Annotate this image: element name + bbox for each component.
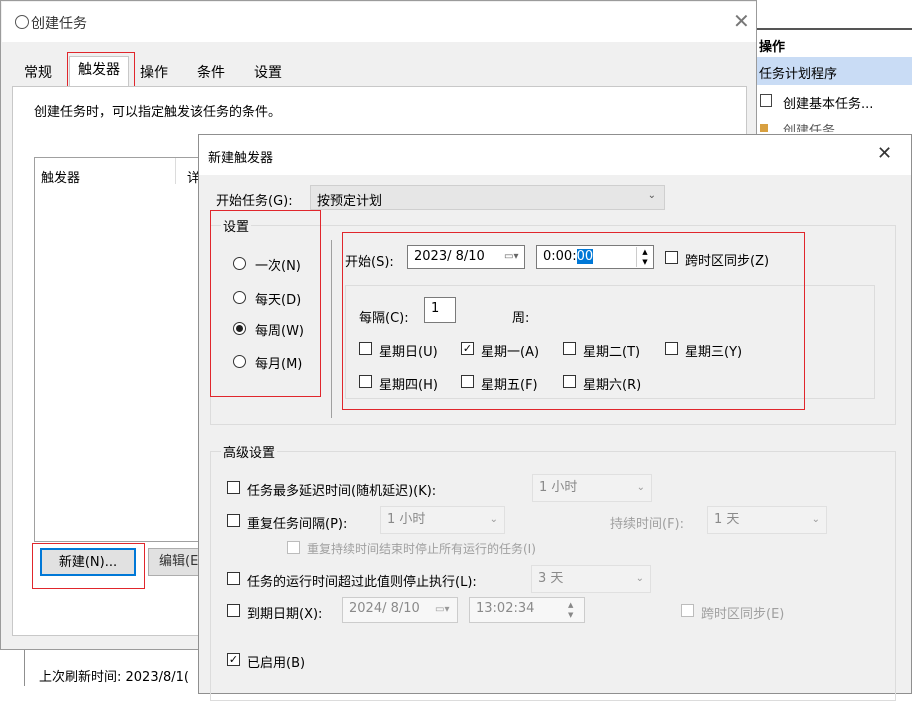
settings-divider [331,240,332,418]
advanced-label: 高级设置 [221,442,278,461]
expire-sync-checkbox[interactable] [681,604,694,617]
last-refresh-text: 上次刷新时间: 2023/8/1( [39,670,189,685]
begin-task-value: 按预定计划 [317,194,383,209]
highlight-schedule-options [210,210,321,397]
chevron-down-icon: ⌄ [636,482,645,493]
create-task-label: 创建任务... [783,124,848,132]
duration-label: 持续时间(F): [610,517,685,532]
chevron-down-icon: ⌄ [811,514,820,525]
calendar-dropdown-icon[interactable]: ▭▾ [435,599,449,621]
actions-header: 操作 [757,28,912,58]
repeat-checkbox[interactable] [227,514,240,527]
actions-item-scheduler-label: 任务计划程序 [759,67,838,82]
stop-long-value: 3 天 [538,571,564,586]
create-basic-task-label: 创建基本任务... [783,97,874,112]
delay-checkbox[interactable] [227,481,240,494]
trigger-table[interactable]: 触发器 详 [34,157,214,542]
task-icon [760,94,772,107]
enabled-label[interactable]: 已启用(B) [247,652,305,671]
new-trigger-dialog: 新建触发器 ✕ 开始任务(G): 按预定计划 ⌄ 设置 一次(N) 每天(D) … [198,134,912,701]
stop-long-select[interactable]: 3 天 ⌄ [531,565,651,593]
stop-all-label[interactable]: 重复持续时间结束时停止所有运行的任务(I) [307,540,536,557]
status-strip: 上次刷新时间: 2023/8/1( [24,650,205,686]
actions-item-scheduler[interactable]: 任务计划程序 [757,57,912,85]
delay-label[interactable]: 任务最多延迟时间(随机延迟)(K): [247,480,436,499]
tab-general[interactable]: 常规 [20,60,56,86]
time-spinner-icon[interactable]: ▲ ▼ [568,600,573,620]
tab-conditions[interactable]: 条件 [193,60,229,86]
duration-value: 1 天 [714,512,740,527]
chevron-down-icon: ⌄ [489,514,498,525]
stop-long-label[interactable]: 任务的运行时间超过此值则停止执行(L): [247,571,477,590]
edit-trigger-button[interactable]: 编辑(E [148,548,200,576]
stop-long-checkbox[interactable] [227,572,240,585]
expire-date-value: 2024/ 8/10 [349,601,420,616]
triggers-description: 创建任务时，可以指定触发该任务的条件。 [34,105,282,120]
delay-select[interactable]: 1 小时 ⌄ [532,474,652,502]
expire-time-value: 13:02:34 [476,601,535,616]
delay-value: 1 小时 [539,480,578,495]
tab-settings[interactable]: 设置 [250,60,286,86]
chevron-down-icon: ⌄ [647,190,656,201]
begin-task-select[interactable]: 按预定计划 ⌄ [310,185,665,210]
stop-all-checkbox[interactable] [287,541,300,554]
expire-sync-label[interactable]: 跨时区同步(E) [701,603,784,622]
begin-task-label: 开始任务(G): [216,194,293,209]
header-divider [175,158,176,184]
chevron-down-icon: ⌄ [635,573,644,584]
window-title: 创建任务 [31,16,87,32]
actions-header-label: 操作 [759,40,786,55]
actions-item-create-basic[interactable]: 创建基本任务... [757,88,912,114]
highlight-weekly-settings [342,232,805,410]
actions-item-create-task[interactable]: 创建任务... [757,116,912,132]
dialog-title: 新建触发器 [208,151,274,166]
dialog-title-bar: 新建触发器 ✕ [199,135,911,175]
table-header-trigger[interactable]: 触发器 [41,167,80,186]
duration-select[interactable]: 1 天 ⌄ [707,506,827,534]
clock-icon [15,15,29,29]
enabled-checkbox[interactable]: ✓ [227,653,240,666]
repeat-label[interactable]: 重复任务间隔(P): [247,513,347,532]
repeat-select[interactable]: 1 小时 ⌄ [380,506,505,534]
expire-date-input[interactable]: 2024/ 8/10 ▭▾ [342,597,458,623]
task-icon [760,124,768,132]
expire-label[interactable]: 到期日期(X): [247,603,322,622]
title-bar: 创建任务 ✕ [2,2,756,42]
repeat-value: 1 小时 [387,512,426,527]
expire-checkbox[interactable] [227,604,240,617]
close-icon[interactable]: ✕ [733,9,750,33]
expire-time-input[interactable]: 13:02:34 ▲ ▼ [469,597,585,623]
tab-actions[interactable]: 操作 [136,60,172,86]
dialog-close-icon[interactable]: ✕ [877,143,892,164]
highlight-new-button [32,543,145,589]
